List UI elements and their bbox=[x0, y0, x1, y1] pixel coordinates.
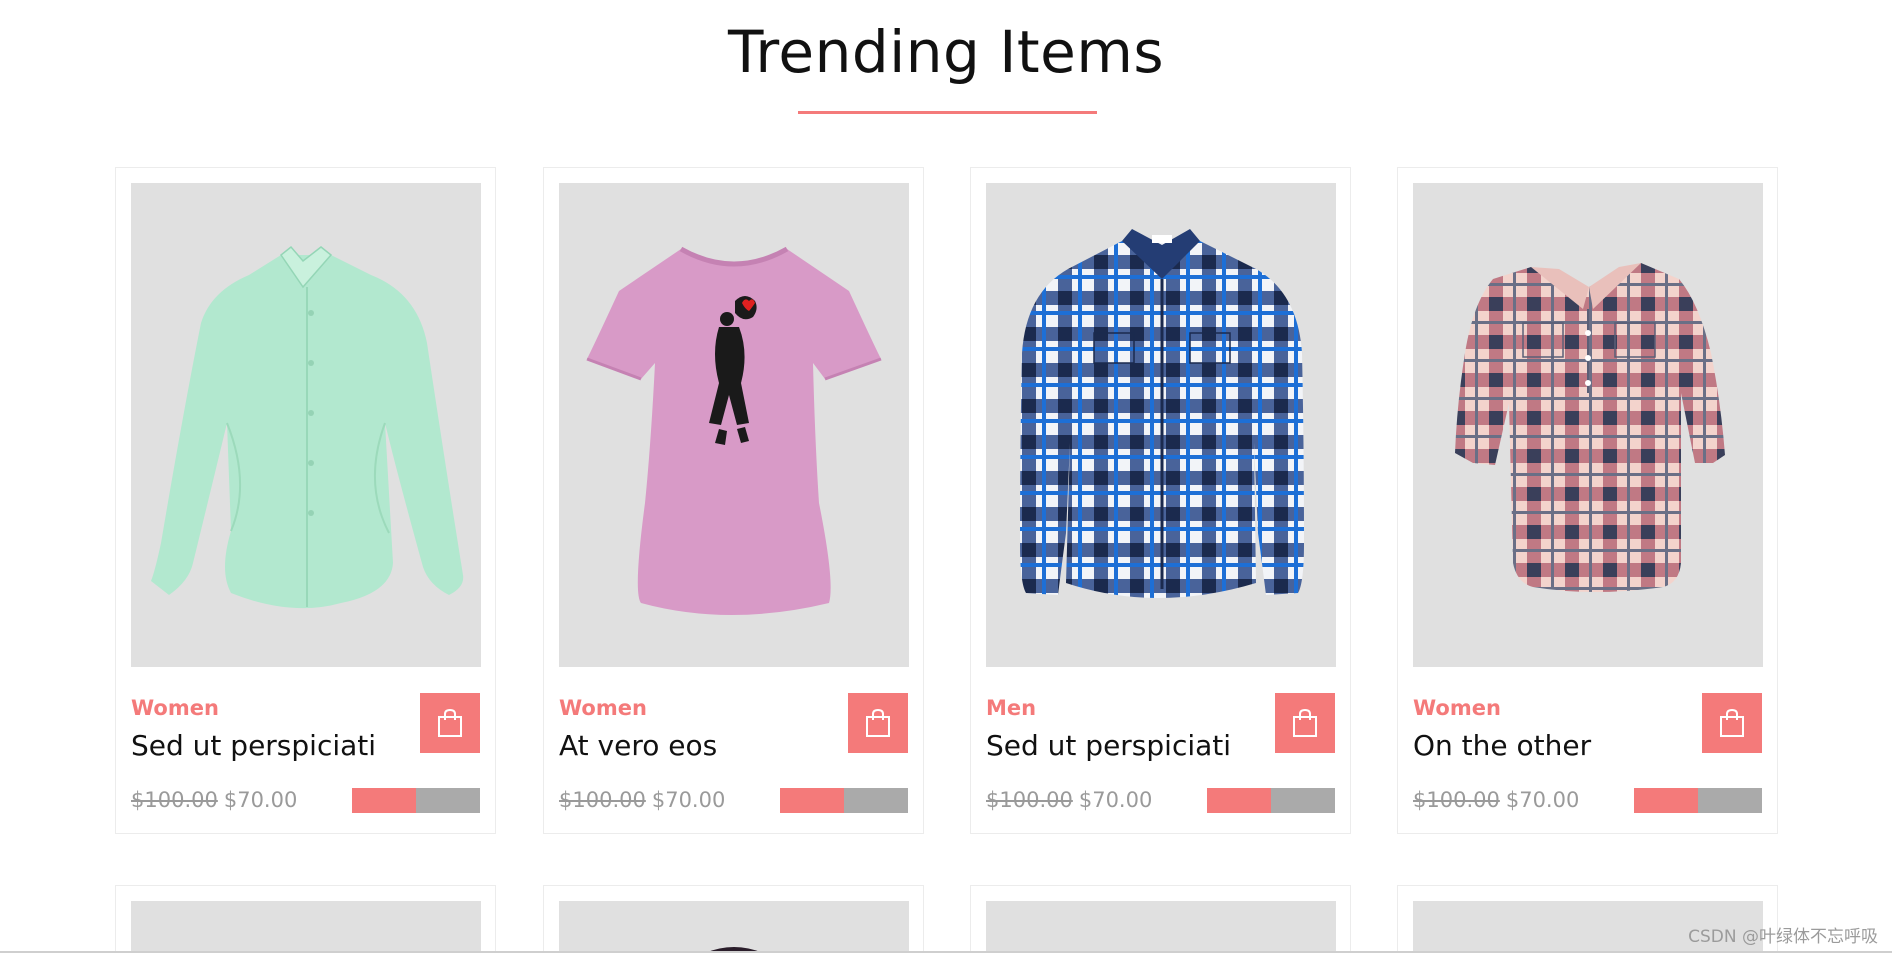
price-row: $100.00 $70.00 bbox=[1413, 788, 1579, 812]
product-card[interactable]: Women At vero eos $100.00 $70.00 bbox=[543, 167, 924, 834]
old-price: $100.00 bbox=[559, 788, 646, 812]
rating-fill bbox=[352, 788, 416, 813]
product-card-partial[interactable] bbox=[115, 885, 496, 953]
product-image-partial[interactable] bbox=[986, 901, 1336, 953]
shopping-bag-icon bbox=[438, 708, 462, 737]
title-underline bbox=[798, 111, 1097, 114]
rating-bar bbox=[780, 788, 908, 813]
price-row: $100.00 $70.00 bbox=[131, 788, 297, 812]
rating-fill bbox=[780, 788, 844, 813]
product-card-partial[interactable] bbox=[970, 885, 1351, 953]
shopping-bag-icon bbox=[1720, 708, 1744, 737]
product-image-mint-shirt[interactable] bbox=[131, 183, 481, 667]
add-to-cart-button[interactable] bbox=[848, 693, 908, 753]
product-name[interactable]: On the other bbox=[1413, 729, 1591, 762]
product-category[interactable]: Men bbox=[986, 696, 1036, 720]
price-row: $100.00 $70.00 bbox=[559, 788, 725, 812]
shopping-bag-icon bbox=[1293, 708, 1317, 737]
partial-garment-illustration bbox=[705, 947, 763, 953]
product-category[interactable]: Women bbox=[559, 696, 647, 720]
rating-bar bbox=[1634, 788, 1762, 813]
add-to-cart-button[interactable] bbox=[420, 693, 480, 753]
product-image-pink-plaid-shirt[interactable] bbox=[1413, 183, 1763, 667]
rating-fill bbox=[1634, 788, 1698, 813]
product-image-partial[interactable] bbox=[131, 901, 481, 953]
mint-green-shirt-illustration bbox=[151, 245, 464, 609]
new-price: $70.00 bbox=[223, 788, 298, 812]
product-card[interactable]: Women Sed ut perspiciati $100.00 $70.00 bbox=[115, 167, 496, 834]
new-price: $70.00 bbox=[1505, 788, 1580, 812]
product-name[interactable]: Sed ut perspiciati bbox=[986, 729, 1231, 762]
rating-bar bbox=[1207, 788, 1335, 813]
product-category[interactable]: Women bbox=[1413, 696, 1501, 720]
new-price: $70.00 bbox=[651, 788, 726, 812]
product-name[interactable]: Sed ut perspiciati bbox=[131, 729, 376, 762]
shopping-bag-icon bbox=[866, 708, 890, 737]
product-name[interactable]: At vero eos bbox=[559, 729, 717, 762]
product-card-partial[interactable] bbox=[543, 885, 924, 953]
old-price: $100.00 bbox=[131, 788, 218, 812]
page: Trending Items Women Sed ut perspiciati bbox=[0, 0, 1892, 953]
new-price: $70.00 bbox=[1078, 788, 1153, 812]
watermark: CSDN @叶绿体不忘呼吸 bbox=[1688, 927, 1878, 947]
old-price: $100.00 bbox=[986, 788, 1073, 812]
price-row: $100.00 $70.00 bbox=[986, 788, 1152, 812]
section-title: Trending Items bbox=[727, 18, 1165, 86]
product-image-blue-plaid-shirt[interactable] bbox=[986, 183, 1336, 667]
rating-bar bbox=[352, 788, 480, 813]
old-price: $100.00 bbox=[1413, 788, 1500, 812]
blue-plaid-shirt-illustration bbox=[1020, 229, 1304, 598]
product-card[interactable]: Men Sed ut perspiciati $100.00 $70.00 bbox=[970, 167, 1351, 834]
pink-plaid-shirt-illustration bbox=[1455, 263, 1725, 592]
add-to-cart-button[interactable] bbox=[1275, 693, 1335, 753]
product-image-partial[interactable] bbox=[559, 901, 909, 953]
product-card[interactable]: Women On the other $100.00 $70.00 bbox=[1397, 167, 1778, 834]
rating-fill bbox=[1207, 788, 1271, 813]
add-to-cart-button[interactable] bbox=[1702, 693, 1762, 753]
pink-tshirt-illustration bbox=[586, 246, 882, 615]
product-category[interactable]: Women bbox=[131, 696, 219, 720]
product-image-pink-tshirt[interactable] bbox=[559, 183, 909, 667]
